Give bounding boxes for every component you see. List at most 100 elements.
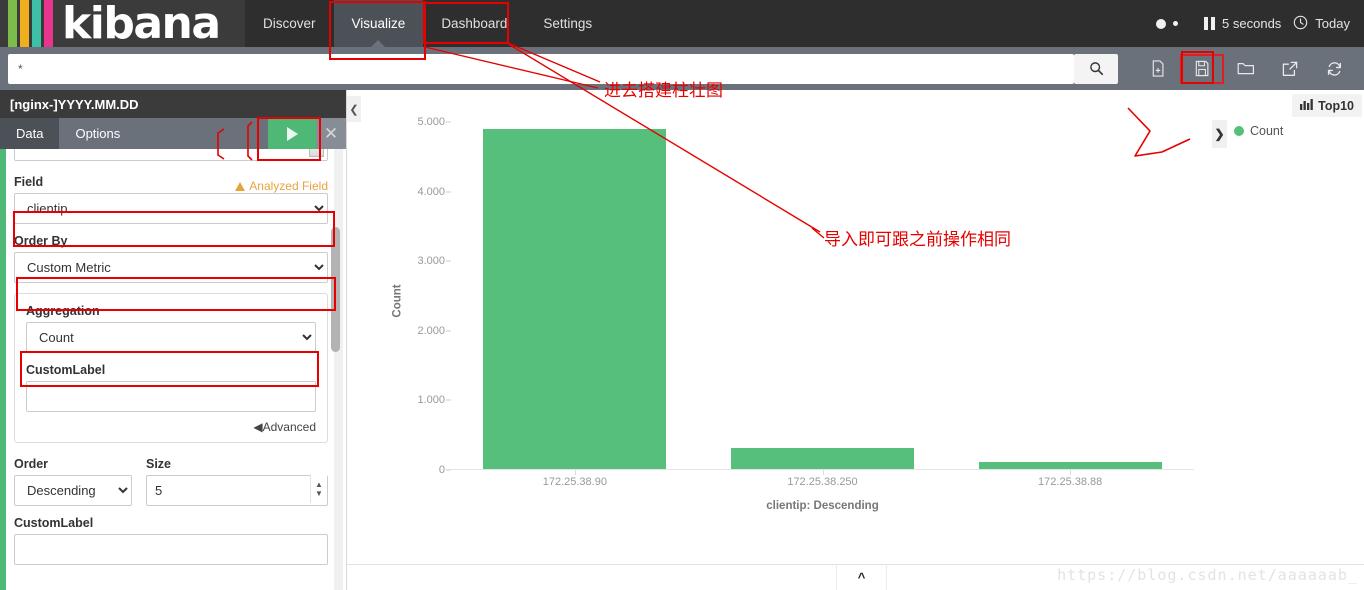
logo-bar-yellow: [20, 0, 29, 47]
aggregation-form: Field Analyzed Field clientip Order By C…: [14, 165, 328, 565]
new-document-icon: [1150, 60, 1166, 77]
expand-table-button[interactable]: ^: [837, 565, 887, 590]
close-editor-button[interactable]: ✕: [316, 118, 346, 149]
field-select[interactable]: clientip: [14, 193, 328, 224]
query-bar: [0, 47, 1364, 90]
aggregation-type-select[interactable]: Terms: [14, 149, 328, 161]
share-external-icon: [1282, 61, 1298, 77]
save-floppy-icon: [1194, 60, 1210, 77]
legend-expand-button[interactable]: ❯: [1212, 120, 1227, 148]
editor-tab-spacer: [136, 118, 268, 149]
logo-bar-pink: [44, 0, 53, 47]
field-label: Field: [14, 175, 44, 189]
order-select[interactable]: Descending: [14, 475, 132, 506]
order-size-row: Order Descending Size ▲ ▼: [14, 447, 328, 506]
x-axis-tick-mark: [574, 470, 576, 475]
share-button[interactable]: [1268, 54, 1312, 84]
size-label: Size: [146, 457, 172, 471]
editor-tab-data[interactable]: Data: [0, 118, 60, 149]
stepper-up-icon[interactable]: ▲: [315, 480, 323, 488]
warning-triangle-icon: [235, 181, 246, 191]
visualization-editor-panel: [nginx-]YYYY.MM.DD Data Options ✕ Terms: [0, 90, 347, 590]
navbar-right-controls: 5 seconds Today: [1156, 0, 1364, 47]
new-button[interactable]: [1136, 54, 1180, 84]
order-label: Order: [14, 457, 49, 471]
chart-plot: Count 0 1.000 2.000 3.000 4.000 5.000 172.25.…: [381, 110, 1194, 512]
size-input[interactable]: [146, 475, 328, 506]
legend-item-label: Count: [1250, 124, 1284, 138]
kibana-app: kibana Discover Visualize Dashboard Sett…: [0, 0, 1364, 590]
custom-label-2-input[interactable]: [14, 534, 328, 565]
y-axis-tick-label: 4.000: [417, 185, 445, 198]
advanced-toggle[interactable]: ◀Advanced: [26, 420, 316, 434]
close-x-icon: ✕: [323, 123, 339, 143]
aggregation-label: Aggregation: [26, 304, 100, 318]
search-button[interactable]: [1074, 53, 1118, 84]
size-column: Size ▲ ▼: [146, 447, 328, 506]
top-navbar: kibana Discover Visualize Dashboard Sett…: [0, 0, 1364, 47]
legend-item-count[interactable]: Count: [1234, 124, 1283, 138]
nav-tab-discover[interactable]: Discover: [245, 0, 334, 47]
logo-bar-teal: [32, 0, 41, 47]
size-stepper[interactable]: ▲ ▼: [310, 474, 327, 503]
chart-bar[interactable]: [730, 448, 915, 469]
editor-scrollbar-track[interactable]: [331, 149, 343, 590]
stepper-down-icon[interactable]: ▼: [315, 489, 323, 497]
record-dot-large: [1156, 18, 1167, 29]
x-axis-tick-label: 172.25.38.90: [542, 476, 607, 488]
record-dot-small: [1173, 21, 1179, 26]
custom-label-1-input[interactable]: [26, 381, 316, 412]
index-pattern-title: [nginx-]YYYY.MM.DD: [0, 90, 346, 118]
editor-scrollbar-thumb[interactable]: [331, 227, 340, 352]
clock-icon: [1293, 15, 1308, 33]
refresh-button[interactable]: [1312, 54, 1356, 84]
y-axis-tick-label: 1.000: [417, 394, 445, 407]
editor-body: Terms Field Analyzed Field clientip Orde…: [0, 149, 346, 590]
watermark: https://blog.csdn.net/aaaaaab_: [1057, 566, 1358, 584]
editor-tab-data-label: Data: [16, 126, 44, 141]
chevron-left-small-icon: ◀: [253, 420, 263, 434]
x-axis-tick-label: 172.25.38.88: [1038, 476, 1103, 488]
custom-metric-group: Aggregation Count CustomLabel ◀Advanced: [14, 293, 328, 443]
analyzed-field-warning: Analyzed Field: [235, 179, 328, 193]
refresh-icon: [1326, 61, 1343, 77]
custom-label-2-label: CustomLabel: [14, 516, 94, 530]
nav-tab-visualize-label: Visualize: [351, 16, 406, 31]
editor-tab-bar: Data Options ✕: [0, 118, 346, 149]
chart-bar[interactable]: [483, 128, 667, 469]
visualization-panel: ❮ Top10 ❯ Count Count 0 1.000 2.000 3.00…: [347, 90, 1364, 590]
play-triangle-icon: [286, 126, 298, 141]
save-button[interactable]: [1180, 53, 1224, 84]
x-axis-tick-mark: [1070, 470, 1072, 475]
open-button[interactable]: [1224, 54, 1268, 84]
search-input[interactable]: [8, 53, 1074, 84]
nav-tab-list: Discover Visualize Dashboard Settings: [245, 0, 611, 47]
nav-tab-settings[interactable]: Settings: [525, 0, 611, 47]
nav-tab-dashboard[interactable]: Dashboard: [423, 0, 526, 47]
chevron-left-icon: ❮: [349, 103, 359, 116]
editor-tab-options[interactable]: Options: [59, 118, 137, 149]
nav-tab-discover-label: Discover: [263, 16, 316, 31]
refresh-interval-control[interactable]: 5 seconds: [1190, 16, 1281, 31]
editor-tab-options-label: Options: [75, 126, 121, 141]
nav-tab-dashboard-label: Dashboard: [441, 16, 508, 31]
chart-legend: ❯ Count: [1212, 120, 1364, 530]
apply-changes-button[interactable]: [268, 118, 316, 149]
brand-name: kibana: [62, 0, 221, 47]
aggregation-select[interactable]: Count: [26, 322, 316, 353]
y-axis-tick-label: 3.000: [417, 255, 445, 268]
pause-icon[interactable]: [1204, 17, 1216, 30]
analyzed-field-text: Analyzed Field: [249, 179, 328, 193]
open-folder-icon: [1237, 61, 1255, 76]
visualization-title-badge[interactable]: Top10: [1292, 94, 1362, 117]
nav-tab-visualize[interactable]: Visualize: [333, 0, 424, 47]
x-axis-title: clientip: Descending: [766, 500, 879, 512]
y-axis-tick-label: 2.000: [417, 324, 445, 337]
time-picker-control[interactable]: Today: [1293, 15, 1350, 33]
kibana-logo[interactable]: kibana: [0, 0, 245, 47]
chart-bar[interactable]: [978, 462, 1162, 469]
chevron-up-icon: ^: [857, 570, 866, 585]
order-column: Order Descending: [14, 447, 132, 506]
order-by-select[interactable]: Custom Metric: [14, 252, 328, 283]
collapse-editor-button[interactable]: ❮: [347, 96, 361, 122]
